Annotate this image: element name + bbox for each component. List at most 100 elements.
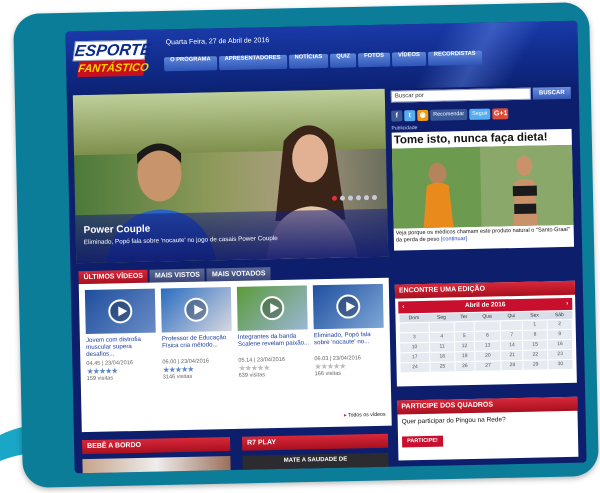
- video-title[interactable]: Jovem com distrofia muscular supera desa…: [86, 336, 158, 360]
- calendar-day[interactable]: 17: [399, 351, 430, 363]
- slider-dot[interactable]: [363, 195, 370, 201]
- video-views: 166 visitas: [314, 370, 342, 378]
- facebook-icon[interactable]: f: [391, 110, 403, 122]
- calendar-day[interactable]: 20: [474, 350, 502, 361]
- tab-mais-vistos[interactable]: MAIS VISTOS: [149, 268, 206, 283]
- video-title[interactable]: Eliminado, Popó fala sobre 'nocaute' no.…: [314, 331, 386, 355]
- right-column: Buscar por BUSCAR f t ◉ Recomendar Segui…: [390, 85, 583, 474]
- calendar-day[interactable]: 8: [522, 329, 548, 340]
- play-icon[interactable]: [260, 295, 285, 321]
- video-card[interactable]: Integrantes da banda Scalene revelam pai…: [236, 285, 311, 379]
- slider-dot[interactable]: [355, 195, 362, 201]
- calendar-day[interactable]: 24: [399, 361, 430, 373]
- all-videos-link[interactable]: Todos os vídeos: [344, 412, 386, 419]
- video-card[interactable]: Jovem com distrofia muscular supera desa…: [84, 288, 159, 382]
- main-nav: O PROGRAMA APRESENTADORES NOTÍCIAS QUIZ …: [163, 50, 482, 72]
- ad-title[interactable]: Tome isto, nunca faça dieta!: [394, 131, 548, 146]
- calendar-day[interactable]: 23: [547, 348, 573, 360]
- play-icon[interactable]: [108, 299, 133, 324]
- nav-item-fotos[interactable]: FOTOS: [358, 52, 391, 68]
- calendar-day[interactable]: 22: [523, 349, 548, 360]
- calendar-day[interactable]: 12: [454, 340, 475, 352]
- nav-item-recordistas[interactable]: RECORDISTAS: [427, 50, 482, 66]
- prev-month-icon[interactable]: ‹: [402, 301, 404, 313]
- nav-item-programa[interactable]: O PROGRAMA: [163, 56, 217, 72]
- play-icon[interactable]: [184, 297, 209, 322]
- social-bar: f t ◉ Recomendar Seguir G+1: [391, 108, 509, 122]
- calendar-day[interactable]: 5: [454, 330, 475, 342]
- calendar-day[interactable]: 25: [429, 361, 456, 372]
- play-icon[interactable]: [336, 294, 361, 319]
- calendar-day[interactable]: 19: [454, 350, 475, 362]
- slider-dots[interactable]: [331, 194, 378, 201]
- slider-dot[interactable]: [339, 195, 346, 201]
- calendar-month: Abril de 2016: [464, 301, 506, 310]
- video-thumbnail[interactable]: [84, 288, 156, 335]
- hero-subtitle[interactable]: Eliminado, Popó fala sobre 'nocaute' no …: [84, 235, 278, 246]
- calendar-day[interactable]: 9: [547, 328, 573, 340]
- calendar-day[interactable]: 7: [500, 329, 523, 341]
- nav-item-apresentadores[interactable]: APRESENTADORES: [218, 54, 287, 71]
- calendar-day[interactable]: 26: [454, 360, 475, 372]
- slider-dot[interactable]: [371, 194, 378, 201]
- video-card[interactable]: Eliminado, Popó fala sobre 'nocaute' no.…: [312, 283, 387, 378]
- current-date: Quarta Feira, 27 de Abril de 2016: [165, 37, 270, 47]
- calendar-day[interactable]: 15: [522, 339, 548, 350]
- slider-dot[interactable]: [347, 195, 354, 201]
- calendar-day[interactable]: 21: [501, 349, 524, 361]
- calendar-day[interactable]: 1: [522, 319, 548, 330]
- calendar-day[interactable]: 13: [474, 340, 502, 351]
- calendar-widget: ENCONTRE UMA EDIÇÃO ‹ Abril de 2016 › Do…: [394, 280, 577, 387]
- site-header: ESPORTE FANTÁSTICO Quarta Feira, 27 de A…: [65, 20, 579, 96]
- site-logo[interactable]: ESPORTE FANTÁSTICO: [72, 39, 152, 81]
- slider-dot[interactable]: [331, 195, 338, 201]
- calendar-day[interactable]: 18: [429, 351, 455, 362]
- calendar-day[interactable]: 29: [523, 359, 548, 370]
- calendar-day[interactable]: 2: [546, 318, 573, 330]
- calendar-grid: Dom Seg Ter Qua Qui Sex Sáb 1 2 3 4 5 6 7 8 9 10 11 12 13 1…: [398, 310, 574, 373]
- calendar-day[interactable]: 6: [473, 330, 501, 341]
- search-input[interactable]: Buscar por: [390, 87, 531, 103]
- calendar-day[interactable]: 11: [429, 341, 455, 352]
- next-month-icon[interactable]: ›: [566, 298, 568, 310]
- calendar-day[interactable]: 14: [500, 339, 524, 351]
- calendar-day[interactable]: 4: [429, 331, 455, 342]
- calendar-day[interactable]: 16: [547, 338, 573, 350]
- tab-mais-votados[interactable]: MAIS VOTADOS: [206, 267, 271, 282]
- video-thumbnail[interactable]: [312, 283, 384, 330]
- video-thumbnail[interactable]: [160, 287, 232, 333]
- calendar-day: [500, 319, 523, 331]
- video-list: Jovem com distrofia muscular supera desa…: [78, 277, 392, 433]
- website-screenshot: ESPORTE FANTÁSTICO Quarta Feira, 27 de A…: [65, 20, 587, 474]
- section-r7-play[interactable]: R7 PLAY: [241, 433, 389, 451]
- calendar-day[interactable]: 3: [399, 331, 430, 343]
- calendar-day[interactable]: 10: [399, 341, 430, 353]
- calendar-day[interactable]: 30: [547, 358, 574, 370]
- nav-item-noticias[interactable]: NOTÍCIAS: [288, 53, 329, 69]
- hero-title[interactable]: Power Couple: [83, 224, 150, 236]
- video-card[interactable]: Professor de Educação Física cria método…: [160, 287, 235, 381]
- hero-slider[interactable]: Power Couple Eliminado, Popó fala sobre …: [72, 88, 389, 264]
- search-button[interactable]: BUSCAR: [532, 86, 571, 100]
- calendar-day[interactable]: 28: [501, 359, 524, 371]
- section-bebe-a-bordo[interactable]: BEBÊ A BORDO: [81, 437, 231, 455]
- ad-continue-link[interactable]: [continuar]: [441, 236, 467, 243]
- participe-button[interactable]: PARTICIPE!: [401, 435, 443, 448]
- advertisement[interactable]: Publicidade Tome isto, nunca faça dieta!…: [391, 125, 575, 251]
- video-thumbnail[interactable]: [236, 285, 308, 331]
- video-title[interactable]: Integrantes da banda Scalene revelam pai…: [238, 332, 310, 356]
- gplus-button[interactable]: G+1: [492, 108, 509, 120]
- video-views: 3146 visitas: [162, 373, 193, 381]
- video-title[interactable]: Professor de Educação Física cria método…: [162, 334, 234, 358]
- rss-icon[interactable]: ◉: [417, 109, 429, 122]
- nav-item-quiz[interactable]: QUIZ: [330, 53, 357, 68]
- recommend-button[interactable]: Recomendar: [430, 109, 468, 121]
- twitter-icon[interactable]: t: [404, 110, 416, 122]
- logo-line1: ESPORTE: [72, 39, 152, 62]
- stage: ESPORTE FANTÁSTICO Quarta Feira, 27 de A…: [0, 0, 600, 493]
- calendar-day[interactable]: 27: [474, 360, 502, 371]
- follow-button[interactable]: Seguir: [469, 108, 491, 120]
- ad-image: [391, 144, 574, 229]
- nav-item-videos[interactable]: VÍDEOS: [391, 51, 427, 67]
- hero-caption: Power Couple Eliminado, Popó fala sobre …: [75, 194, 389, 264]
